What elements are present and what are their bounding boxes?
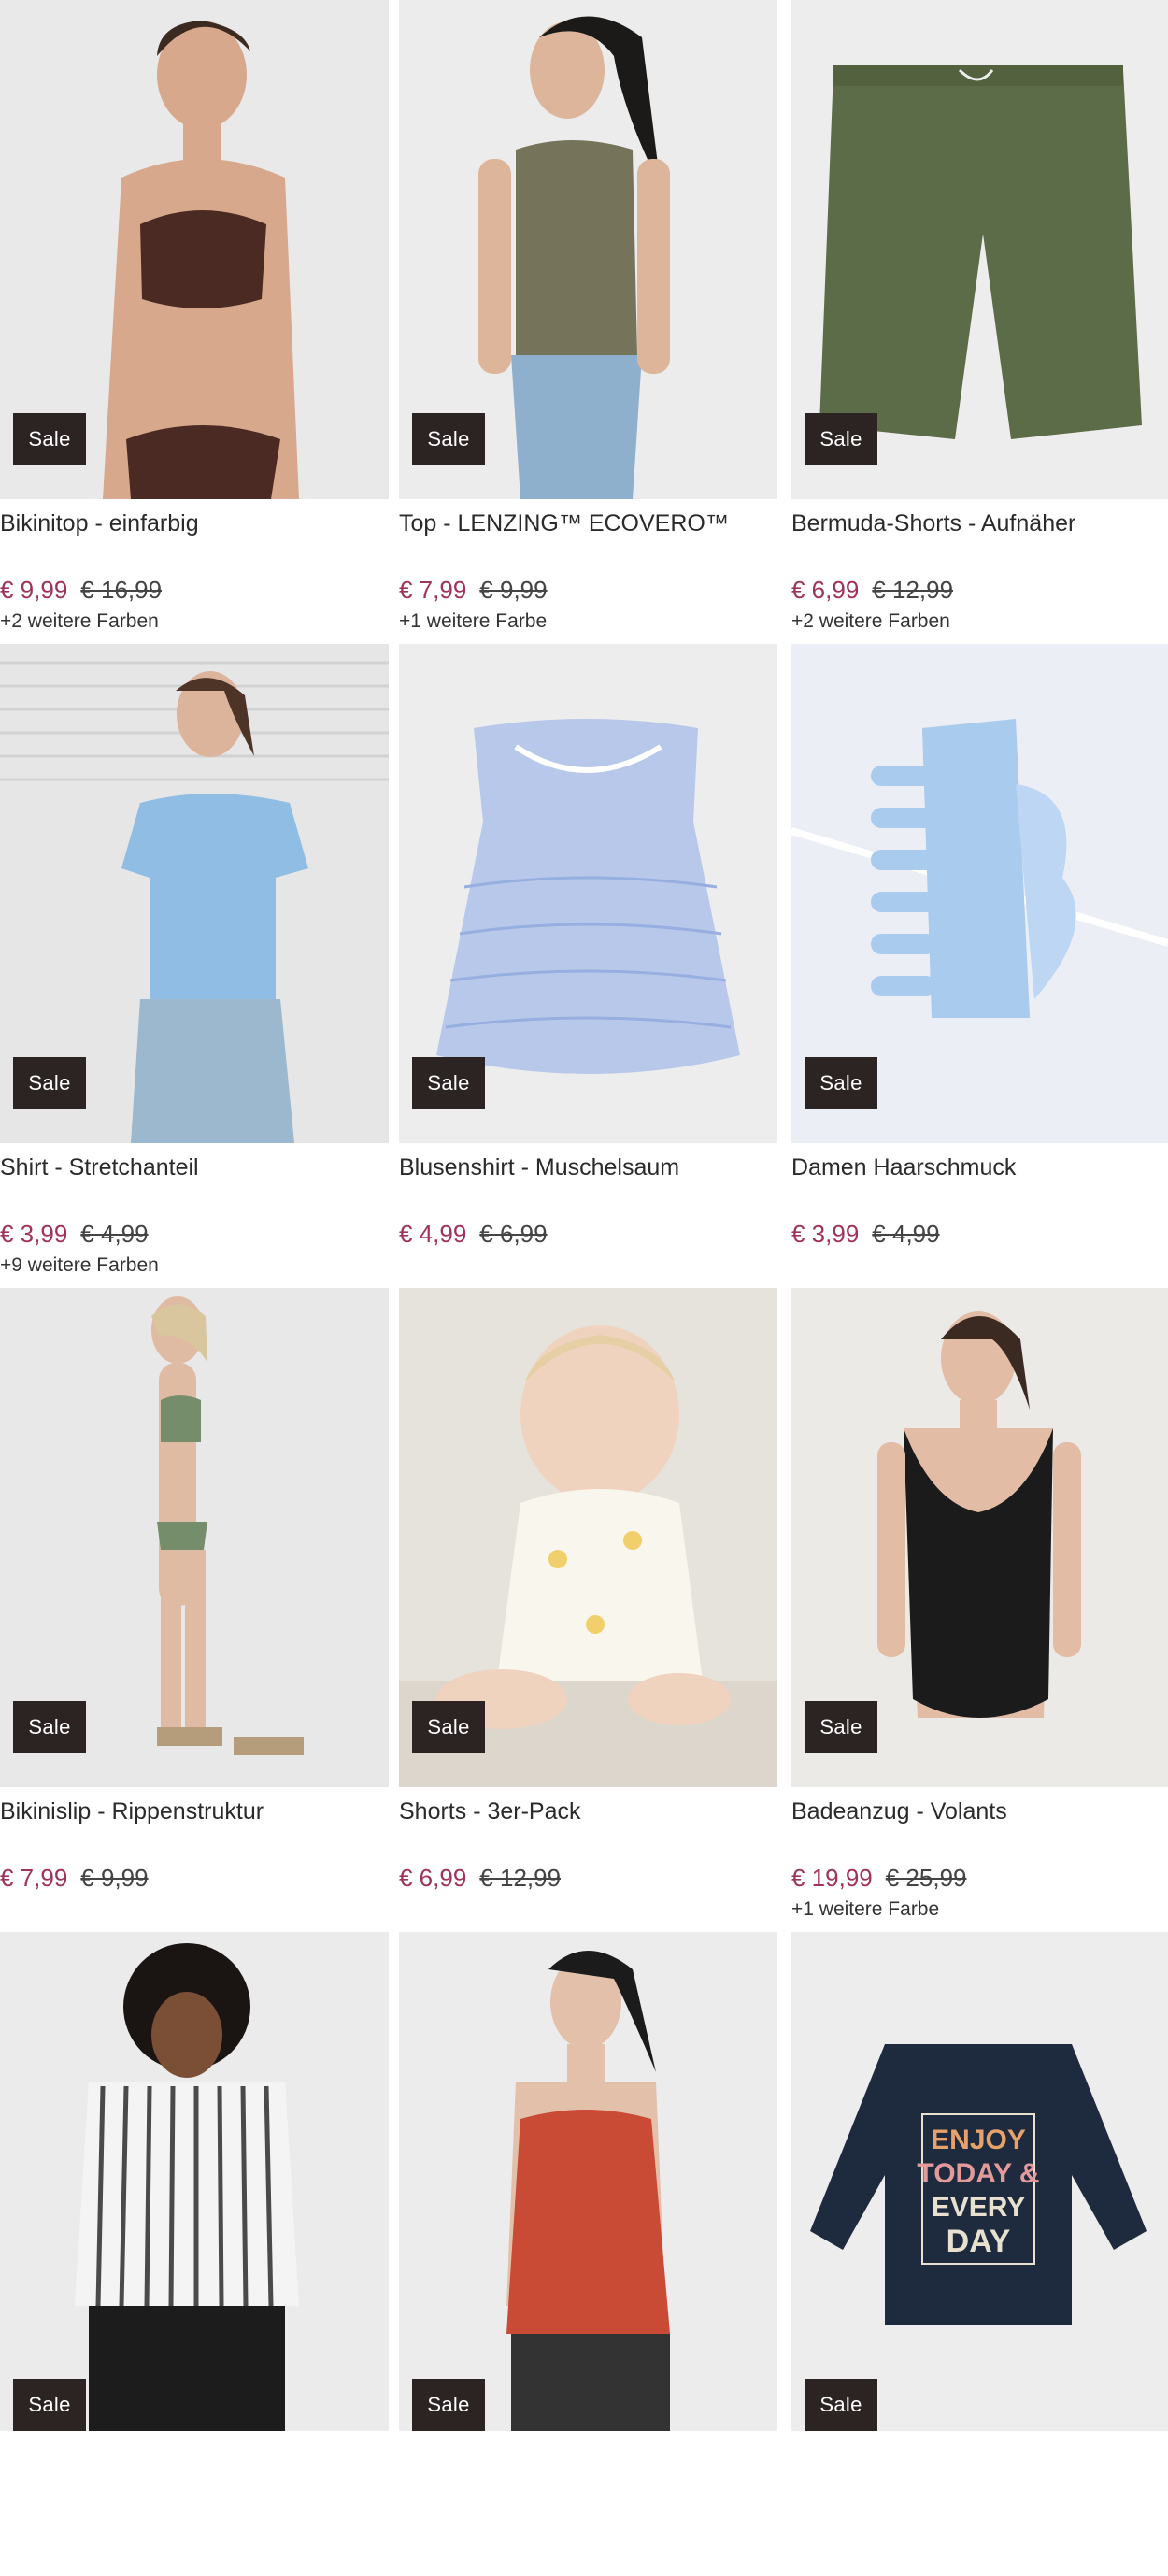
sale-badge: Sale	[13, 2379, 86, 2431]
price-row: € 7,99 € 9,99	[399, 576, 777, 605]
product-card[interactable]: Sale Shirt - Stretchanteil € 3,99 € 4,99…	[0, 644, 389, 1288]
sale-badge: Sale	[805, 2379, 877, 2431]
print-line-1: ENJOY	[931, 2125, 1026, 2155]
sale-price: € 9,99	[0, 576, 68, 604]
original-price: € 25,99	[885, 1864, 967, 1892]
product-image[interactable]: Sale	[0, 1932, 389, 2431]
original-price: € 12,99	[872, 576, 954, 604]
price-row: € 9,99 € 16,99	[0, 576, 389, 605]
product-title[interactable]: Bikinitop - einfarbig	[0, 510, 389, 548]
print-line-4: DAY	[947, 2224, 1011, 2259]
print-line-3: EVERY	[932, 2192, 1026, 2223]
product-title[interactable]: Damen Haarschmuck	[791, 1154, 1168, 1192]
more-colors-note[interactable]: +1 weitere Farbe	[399, 610, 777, 633]
product-title[interactable]: Badeanzug - Volants	[791, 1798, 1168, 1836]
price-row: € 3,99 € 4,99	[0, 1220, 389, 1249]
sale-badge: Sale	[13, 413, 86, 465]
product-image[interactable]: Sale	[0, 1288, 389, 1787]
sale-price: € 7,99	[0, 1864, 68, 1892]
kids-longsleeve-image: ENJOY TODAY & EVERY DAY	[791, 1932, 1168, 2431]
product-image[interactable]: Sale	[399, 0, 777, 499]
sale-badge: Sale	[412, 2379, 485, 2431]
more-colors-note[interactable]: +9 weitere Farben	[0, 1254, 389, 1277]
sale-badge: Sale	[805, 1701, 877, 1753]
sale-badge: Sale	[805, 1057, 877, 1109]
product-title[interactable]: Bermuda-Shorts - Aufnäher	[791, 510, 1168, 548]
original-price: € 9,99	[80, 1864, 149, 1892]
product-card[interactable]: Sale Bikinitop - einfarbig € 9,99 € 16,9…	[0, 0, 389, 644]
price-row: € 6,99 € 12,99	[399, 1864, 777, 1893]
sale-badge: Sale	[805, 413, 877, 465]
product-image[interactable]: Sale	[0, 0, 389, 499]
sale-price: € 6,99	[399, 1864, 467, 1892]
product-card[interactable]: Sale Blusenshirt - Muschelsaum € 4,99 € …	[389, 644, 777, 1288]
price-row: € 7,99 € 9,99	[0, 1864, 389, 1893]
original-price: € 6,99	[479, 1220, 548, 1248]
sale-price: € 3,99	[0, 1220, 68, 1248]
striped-blouse-model-image	[0, 1932, 389, 2431]
red-top-model-image	[399, 1932, 777, 2431]
product-image[interactable]: Sale	[791, 1288, 1168, 1787]
product-card[interactable]: Sale Top - LENZING™ ECOVERO™ € 7,99 € 9,…	[389, 0, 777, 644]
price-row: € 19,99 € 25,99	[791, 1864, 1168, 1893]
product-title[interactable]: Shorts - 3er-Pack	[399, 1798, 777, 1836]
product-card[interactable]: Sale Damen Haarschmuck € 3,99 € 4,99	[777, 644, 1168, 1288]
original-price: € 16,99	[80, 576, 163, 604]
sale-price: € 6,99	[791, 576, 860, 604]
more-colors-note[interactable]: +1 weitere Farbe	[791, 1898, 1168, 1921]
product-image[interactable]: Sale	[0, 644, 389, 1143]
original-price: € 4,99	[872, 1220, 940, 1248]
sale-price: € 3,99	[791, 1220, 860, 1248]
product-image[interactable]: Sale	[399, 1288, 777, 1787]
sale-badge: Sale	[412, 413, 485, 465]
product-image[interactable]: Sale	[791, 0, 1168, 499]
product-card[interactable]: ENJOY TODAY & EVERY DAY Sale	[777, 1932, 1168, 2576]
original-price: € 9,99	[479, 576, 548, 604]
print-line-2: TODAY &	[917, 2158, 1039, 2189]
sale-price: € 7,99	[399, 576, 467, 604]
price-row: € 3,99 € 4,99	[791, 1220, 1168, 1249]
more-colors-note[interactable]: +2 weitere Farben	[791, 610, 1168, 633]
product-card[interactable]: Sale Shorts - 3er-Pack € 6,99 € 12,99	[389, 1288, 777, 1932]
original-price: € 4,99	[80, 1220, 149, 1248]
sale-badge: Sale	[412, 1057, 485, 1109]
product-image[interactable]: Sale	[791, 644, 1168, 1143]
product-card[interactable]: Sale	[0, 1932, 389, 2576]
product-image[interactable]: ENJOY TODAY & EVERY DAY Sale	[791, 1932, 1168, 2431]
product-card[interactable]: Sale Bermuda-Shorts - Aufnäher € 6,99 € …	[777, 0, 1168, 644]
sale-price: € 19,99	[791, 1864, 873, 1892]
product-image[interactable]: Sale	[399, 644, 777, 1143]
product-card[interactable]: Sale Badeanzug - Volants € 19,99 € 25,99…	[777, 1288, 1168, 1932]
more-colors-note[interactable]: +2 weitere Farben	[0, 610, 389, 633]
price-row: € 6,99 € 12,99	[791, 576, 1168, 605]
sale-badge: Sale	[412, 1701, 485, 1753]
product-card[interactable]: Sale Bikinislip - Rippenstruktur € 7,99 …	[0, 1288, 389, 1932]
sale-badge: Sale	[13, 1057, 86, 1109]
original-price: € 12,99	[479, 1864, 562, 1892]
product-grid: Sale Bikinitop - einfarbig € 9,99 € 16,9…	[0, 0, 1168, 2431]
product-image[interactable]: Sale	[399, 1932, 777, 2431]
product-title[interactable]: Bikinislip - Rippenstruktur	[0, 1798, 389, 1836]
product-title[interactable]: Shirt - Stretchanteil	[0, 1154, 389, 1192]
sale-badge: Sale	[13, 1701, 86, 1753]
product-title[interactable]: Top - LENZING™ ECOVERO™	[399, 510, 777, 548]
product-card[interactable]: Sale	[389, 1932, 777, 2576]
product-title[interactable]: Blusenshirt - Muschelsaum	[399, 1154, 777, 1192]
price-row: € 4,99 € 6,99	[399, 1220, 777, 1249]
sale-price: € 4,99	[399, 1220, 467, 1248]
